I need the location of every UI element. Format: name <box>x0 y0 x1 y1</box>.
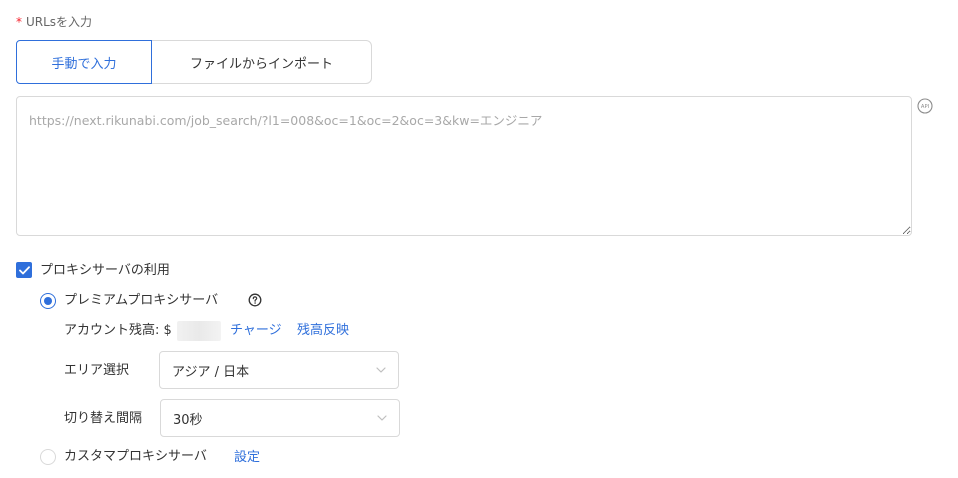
input-mode-tabs: 手動で入力 ファイルからインポート <box>16 40 372 84</box>
area-select[interactable]: アジア / 日本 <box>159 351 399 389</box>
interval-select-label: 切り替え間隔 <box>64 411 143 426</box>
chevron-down-icon <box>377 415 387 421</box>
custom-proxy-settings-link[interactable]: 設定 <box>234 449 260 466</box>
interval-select-value: 30秒 <box>173 412 203 428</box>
balance-value-masked <box>177 321 221 341</box>
refresh-balance-link[interactable]: 残高反映 <box>297 322 349 339</box>
interval-select[interactable]: 30秒 <box>160 399 400 437</box>
area-select-value: アジア / 日本 <box>172 364 250 380</box>
question-circle-icon[interactable] <box>248 293 262 307</box>
account-balance-label: アカウント残高: $ <box>64 323 172 338</box>
url-textarea[interactable] <box>16 96 912 236</box>
api-icon-text: API <box>921 104 930 110</box>
premium-proxy-label: プレミアムプロキシサーバ <box>64 293 219 308</box>
urls-label-text: URLsを入力 <box>26 15 93 29</box>
use-proxy-checkbox[interactable] <box>16 262 32 278</box>
custom-proxy-label: カスタマプロキシサーバ <box>64 449 207 464</box>
tab-file-import[interactable]: ファイルからインポート <box>151 40 372 84</box>
check-icon <box>18 265 30 274</box>
area-select-label: エリア選択 <box>64 363 130 378</box>
urls-field-label: * URLsを入力 <box>16 14 92 30</box>
chevron-down-icon <box>376 367 386 373</box>
premium-proxy-radio[interactable] <box>40 293 56 309</box>
charge-link[interactable]: チャージ <box>230 322 282 339</box>
custom-proxy-radio[interactable] <box>40 449 56 465</box>
tab-manual-input[interactable]: 手動で入力 <box>16 40 152 84</box>
use-proxy-label: プロキシサーバの利用 <box>40 263 170 278</box>
required-mark: * <box>16 15 22 29</box>
api-icon[interactable]: API <box>917 98 933 114</box>
